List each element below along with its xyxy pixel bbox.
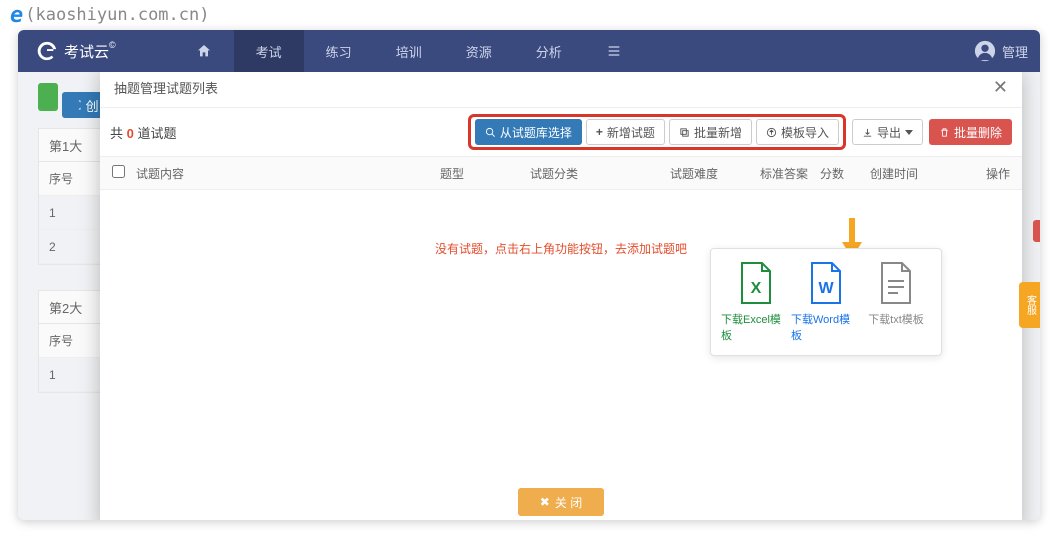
download-icon [862, 127, 873, 138]
modal-title: 抽题管理试题列表 [114, 78, 218, 97]
txt-file-icon [877, 261, 915, 305]
download-template-popover: X 下载Excel模板 W 下载Word模板 下载txt模板 [710, 248, 942, 356]
browser-url: (kaoshiyun.com.cn) [25, 5, 209, 25]
col-created-time: 创建时间 [870, 165, 960, 182]
nav-exam[interactable]: 考试 [234, 30, 304, 72]
col-category: 试题分类 [530, 165, 670, 182]
chevron-down-icon [905, 130, 913, 135]
brand-name: 考试云 [64, 41, 109, 62]
question-list-modal: 抽题管理试题列表 ✕ 共 0 道试题 从试题库选择 + 新增试题 [100, 72, 1022, 520]
green-banner [38, 83, 58, 111]
nav-home[interactable] [174, 30, 234, 72]
modal-header: 抽题管理试题列表 ✕ [100, 72, 1022, 108]
brand-logo-icon [36, 40, 58, 62]
trash-icon [939, 127, 950, 138]
download-word-template[interactable]: W 下载Word模板 [791, 261, 861, 343]
export-button[interactable]: 导出 [852, 119, 923, 145]
modal-footer: ✖ 关 闭 [100, 478, 1022, 520]
top-navbar: 考试云 © 考试 练习 培训 资源 分析 管理 [18, 30, 1040, 72]
plus-icon: + [596, 125, 603, 139]
col-content: 试题内容 [136, 165, 440, 182]
col-type: 题型 [440, 165, 530, 182]
nav-training[interactable]: 培训 [374, 30, 444, 72]
menu-icon [606, 43, 622, 59]
customer-service-float[interactable]: 客服 [1019, 282, 1040, 328]
page-body: 创 第1大 序号 1 2 第2大 序号 1 抽题管理试题列表 ✕ 共 0 道试题 [18, 72, 1040, 520]
batch-delete-button[interactable]: 批量删除 [929, 119, 1012, 145]
search-icon [485, 127, 496, 138]
col-difficulty: 试题难度 [670, 165, 760, 182]
excel-file-icon: X [737, 261, 775, 305]
svg-text:W: W [818, 280, 834, 297]
nav-resource[interactable]: 资源 [444, 30, 514, 72]
nav-menu[interactable] [584, 30, 644, 72]
select-from-bank-button[interactable]: 从试题库选择 [475, 119, 582, 145]
highlighted-button-group: 从试题库选择 + 新增试题 批量新增 模板导入 [468, 114, 846, 150]
brand-sup: © [109, 40, 116, 50]
nav-admin[interactable]: 管理 [1002, 42, 1028, 61]
app-window: 考试云 © 考试 练习 培训 资源 分析 管理 创 第1大 [18, 30, 1040, 520]
home-icon [196, 43, 212, 59]
upload-icon [766, 127, 777, 138]
download-txt-template[interactable]: 下载txt模板 [861, 261, 931, 343]
add-question-button[interactable]: + 新增试题 [586, 119, 665, 145]
col-answer: 标准答案 [760, 165, 820, 182]
word-file-icon: W [807, 261, 845, 305]
nav-practice[interactable]: 练习 [304, 30, 374, 72]
close-button[interactable]: ✖ 关 闭 [518, 488, 604, 516]
browser-logo-icon: e [10, 3, 23, 28]
col-score: 分数 [820, 165, 870, 182]
user-icon[interactable] [974, 40, 996, 62]
modal-table-header: 试题内容 题型 试题分类 试题难度 标准答案 分数 创建时间 操作 [100, 156, 1022, 190]
select-all-checkbox[interactable] [112, 165, 125, 178]
col-operation: 操作 [960, 165, 1010, 182]
batch-add-button[interactable]: 批量新增 [669, 119, 752, 145]
nav-tabs: 考试 练习 培训 资源 分析 [174, 30, 644, 72]
modal-toolbar: 共 0 道试题 从试题库选择 + 新增试题 批量新增 [100, 108, 1022, 156]
nav-right: 管理 [974, 40, 1040, 62]
browser-address-bar: e (kaoshiyun.com.cn) [0, 0, 1058, 30]
close-icon: ✖ [540, 495, 550, 509]
nav-analysis[interactable]: 分析 [514, 30, 584, 72]
template-import-button[interactable]: 模板导入 [756, 119, 839, 145]
svg-text:X: X [751, 280, 762, 297]
side-red-tag[interactable] [1033, 220, 1040, 242]
modal-close-x[interactable]: ✕ [993, 77, 1008, 98]
download-excel-template[interactable]: X 下载Excel模板 [721, 261, 791, 343]
question-count: 共 0 道试题 [110, 123, 176, 142]
copy-icon [679, 127, 690, 138]
brand[interactable]: 考试云 © [18, 40, 134, 62]
shuffle-icon [70, 99, 82, 111]
